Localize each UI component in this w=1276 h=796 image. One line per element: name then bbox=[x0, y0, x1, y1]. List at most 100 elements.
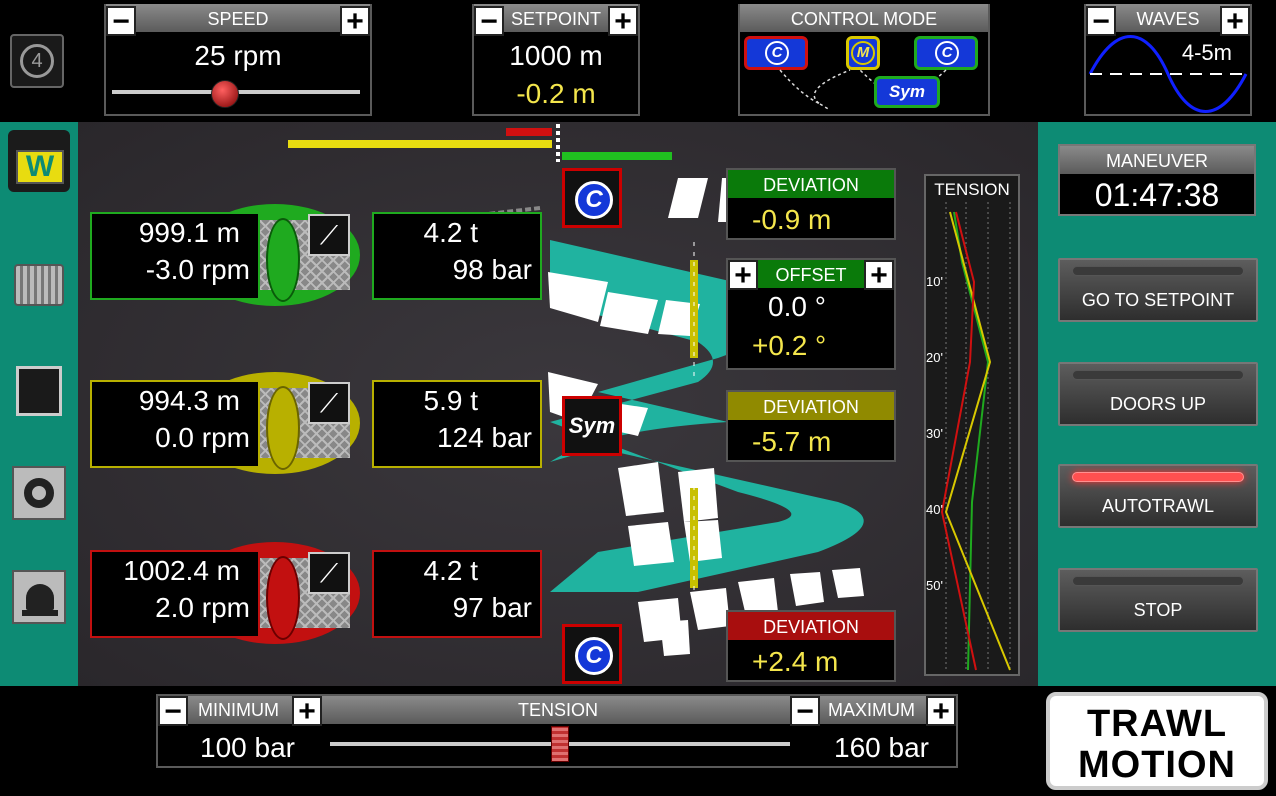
control-badge-top-label: C bbox=[575, 181, 613, 219]
minimum-label: MINIMUM bbox=[198, 700, 279, 720]
maximum-value: 160 bar bbox=[834, 732, 929, 763]
winch-1-wand-icon[interactable]: ⟋ bbox=[308, 214, 350, 256]
winch-1-tension: 4.2 t bbox=[423, 217, 478, 248]
autotrawl-led bbox=[1072, 472, 1244, 482]
control-badge-top[interactable]: C bbox=[562, 168, 622, 228]
go-to-setpoint-label: GO TO SETPOINT bbox=[1081, 290, 1235, 310]
tension-graph-label: TENSION bbox=[934, 180, 1010, 199]
doors-up-label: DOORS UP bbox=[1109, 394, 1206, 414]
maximum-minus-button[interactable]: − bbox=[790, 696, 820, 727]
offset-plus-button[interactable]: + bbox=[864, 260, 894, 291]
offset-minus-button[interactable]: + bbox=[728, 260, 758, 291]
hand-icon: 4 bbox=[20, 44, 54, 78]
doors-up-button[interactable]: DOORS UP bbox=[1058, 362, 1258, 426]
winch-2-length: 994.3 m bbox=[138, 385, 240, 416]
trawl-icon: W bbox=[16, 150, 64, 184]
sidebar-item-hydraulics[interactable] bbox=[8, 360, 70, 422]
deviation-top-value: -0.9 m bbox=[752, 204, 832, 235]
mode-toggle-button[interactable]: 4 bbox=[10, 34, 64, 88]
minimum-plus-button[interactable]: + bbox=[292, 696, 322, 727]
maneuver-label: MANEUVER bbox=[1060, 146, 1254, 174]
winch-1-rpm: -3.0 rpm bbox=[145, 254, 250, 285]
setpoint-value: 1000 m bbox=[509, 40, 603, 71]
minimum-value: 100 bar bbox=[200, 732, 295, 763]
sidebar-item-alarm[interactable] bbox=[8, 566, 70, 628]
maximum-label: MAXIMUM bbox=[828, 700, 915, 720]
gear-icon bbox=[12, 466, 66, 520]
winch-1-length-box: 999.1 m -3.0 rpm bbox=[90, 212, 260, 300]
winch-2-rpm: 0.0 rpm bbox=[155, 422, 250, 453]
speed-slider-knob[interactable] bbox=[211, 80, 240, 108]
control-badge-middle[interactable]: Sym bbox=[562, 396, 622, 456]
control-mode-sym[interactable]: Sym bbox=[874, 76, 940, 108]
winch-2-tension-box: 5.9 t 124 bar bbox=[372, 380, 542, 468]
winch-1-pressure: 98 bar bbox=[452, 254, 532, 285]
tension-tick-50: 50' bbox=[926, 578, 943, 593]
winch-2-wand-icon[interactable]: ⟋ bbox=[308, 382, 350, 424]
autotrawl-button[interactable]: AUTOTRAWL bbox=[1058, 464, 1258, 528]
speed-panel: SPEED − + 25 rpm bbox=[104, 4, 372, 116]
tension-limits-panel: − MINIMUM + TENSION − MAXIMUM + 100 bar … bbox=[156, 694, 958, 768]
winch-2-length-box: 994.3 m 0.0 rpm bbox=[90, 380, 260, 468]
tension-tick-30: 30' bbox=[926, 426, 943, 441]
stop-led bbox=[1072, 576, 1244, 586]
winch-1-length: 999.1 m bbox=[138, 217, 240, 248]
tension-label: TENSION bbox=[518, 700, 599, 720]
setpoint-panel: SETPOINT − + 1000 m -0.2 m bbox=[472, 4, 640, 116]
waves-value: 4-5m bbox=[1181, 40, 1232, 65]
winch-3-rpm: 2.0 rpm bbox=[155, 592, 250, 623]
deviation-top-label: DEVIATION bbox=[728, 170, 894, 198]
maneuver-box: MANEUVER 01:47:38 bbox=[1058, 144, 1256, 216]
offset-box: OFFSET + + 0.0 ° +0.2 ° bbox=[726, 258, 896, 370]
minimum-minus-button[interactable]: − bbox=[158, 696, 188, 727]
hydraulics-icon bbox=[16, 366, 62, 416]
winch-3-pressure: 97 bar bbox=[452, 592, 532, 623]
alarm-icon bbox=[12, 570, 66, 624]
maximum-plus-button[interactable]: + bbox=[926, 696, 956, 727]
winch-2-tension: 5.9 t bbox=[423, 385, 478, 416]
speed-minus-button[interactable]: − bbox=[106, 6, 136, 37]
setpoint-minus-button[interactable]: − bbox=[474, 6, 504, 37]
speed-value: 25 rpm bbox=[194, 40, 282, 71]
waves-panel: WAVES − + 4-5m bbox=[1084, 4, 1252, 116]
motor-icon bbox=[14, 264, 64, 306]
winch-3-length-box: 1002.4 m 2.0 rpm bbox=[90, 550, 260, 638]
sidebar-item-settings[interactable] bbox=[8, 462, 70, 524]
go-to-setpoint-button[interactable]: GO TO SETPOINT bbox=[1058, 258, 1258, 322]
setpoint-plus-button[interactable]: + bbox=[608, 6, 638, 37]
stop-button[interactable]: STOP bbox=[1058, 568, 1258, 632]
control-badge-bottom-label: C bbox=[575, 637, 613, 675]
control-mode-panel[interactable]: CONTROL MODE C M C Sym bbox=[738, 4, 990, 116]
deviation-mid-value: -5.7 m bbox=[752, 426, 832, 457]
winch-3-length: 1002.4 m bbox=[123, 555, 240, 586]
go-to-setpoint-led bbox=[1072, 266, 1244, 276]
offset-value1: 0.0 ° bbox=[768, 291, 826, 322]
tension-tick-20: 20' bbox=[926, 350, 943, 365]
control-badge-middle-label: Sym bbox=[568, 413, 616, 438]
deviation-bot-value: +2.4 m bbox=[752, 646, 839, 677]
speed-plus-button[interactable]: + bbox=[340, 6, 370, 37]
control-mode-links bbox=[779, 69, 947, 111]
deviation-mid-box: DEVIATION -5.7 m bbox=[726, 390, 896, 462]
winch-2-pressure: 124 bar bbox=[437, 422, 532, 453]
stop-label: STOP bbox=[1133, 600, 1183, 620]
logo-line2: MOTION bbox=[1078, 744, 1236, 786]
tension-slider-knob[interactable] bbox=[551, 726, 569, 762]
tension-graph: TENSION 10' 20' 30' 40' 50' bbox=[924, 174, 1020, 676]
autotrawl-label: AUTOTRAWL bbox=[1101, 496, 1214, 516]
winch-1-tension-box: 4.2 t 98 bar bbox=[372, 212, 542, 300]
winch-3-tension: 4.2 t bbox=[423, 555, 478, 586]
trawlmotion-logo: TRAWL MOTION bbox=[1046, 692, 1268, 790]
sidebar-item-winch[interactable] bbox=[8, 254, 70, 316]
doors-up-led bbox=[1072, 370, 1244, 380]
maneuver-time: 01:47:38 bbox=[1094, 177, 1220, 213]
logo-line1: TRAWL bbox=[1086, 703, 1228, 745]
winch-3-wand-icon[interactable]: ⟋ bbox=[308, 552, 350, 594]
sidebar-item-trawl[interactable]: W bbox=[8, 130, 70, 192]
control-badge-bottom[interactable]: C bbox=[562, 624, 622, 684]
setpoint-delta: -0.2 m bbox=[516, 78, 596, 109]
deviation-top-box: DEVIATION -0.9 m bbox=[726, 168, 896, 240]
tension-tick-10: 10' bbox=[926, 274, 943, 289]
deviation-bot-label: DEVIATION bbox=[728, 612, 894, 640]
tension-tick-40: 40' bbox=[926, 502, 943, 517]
